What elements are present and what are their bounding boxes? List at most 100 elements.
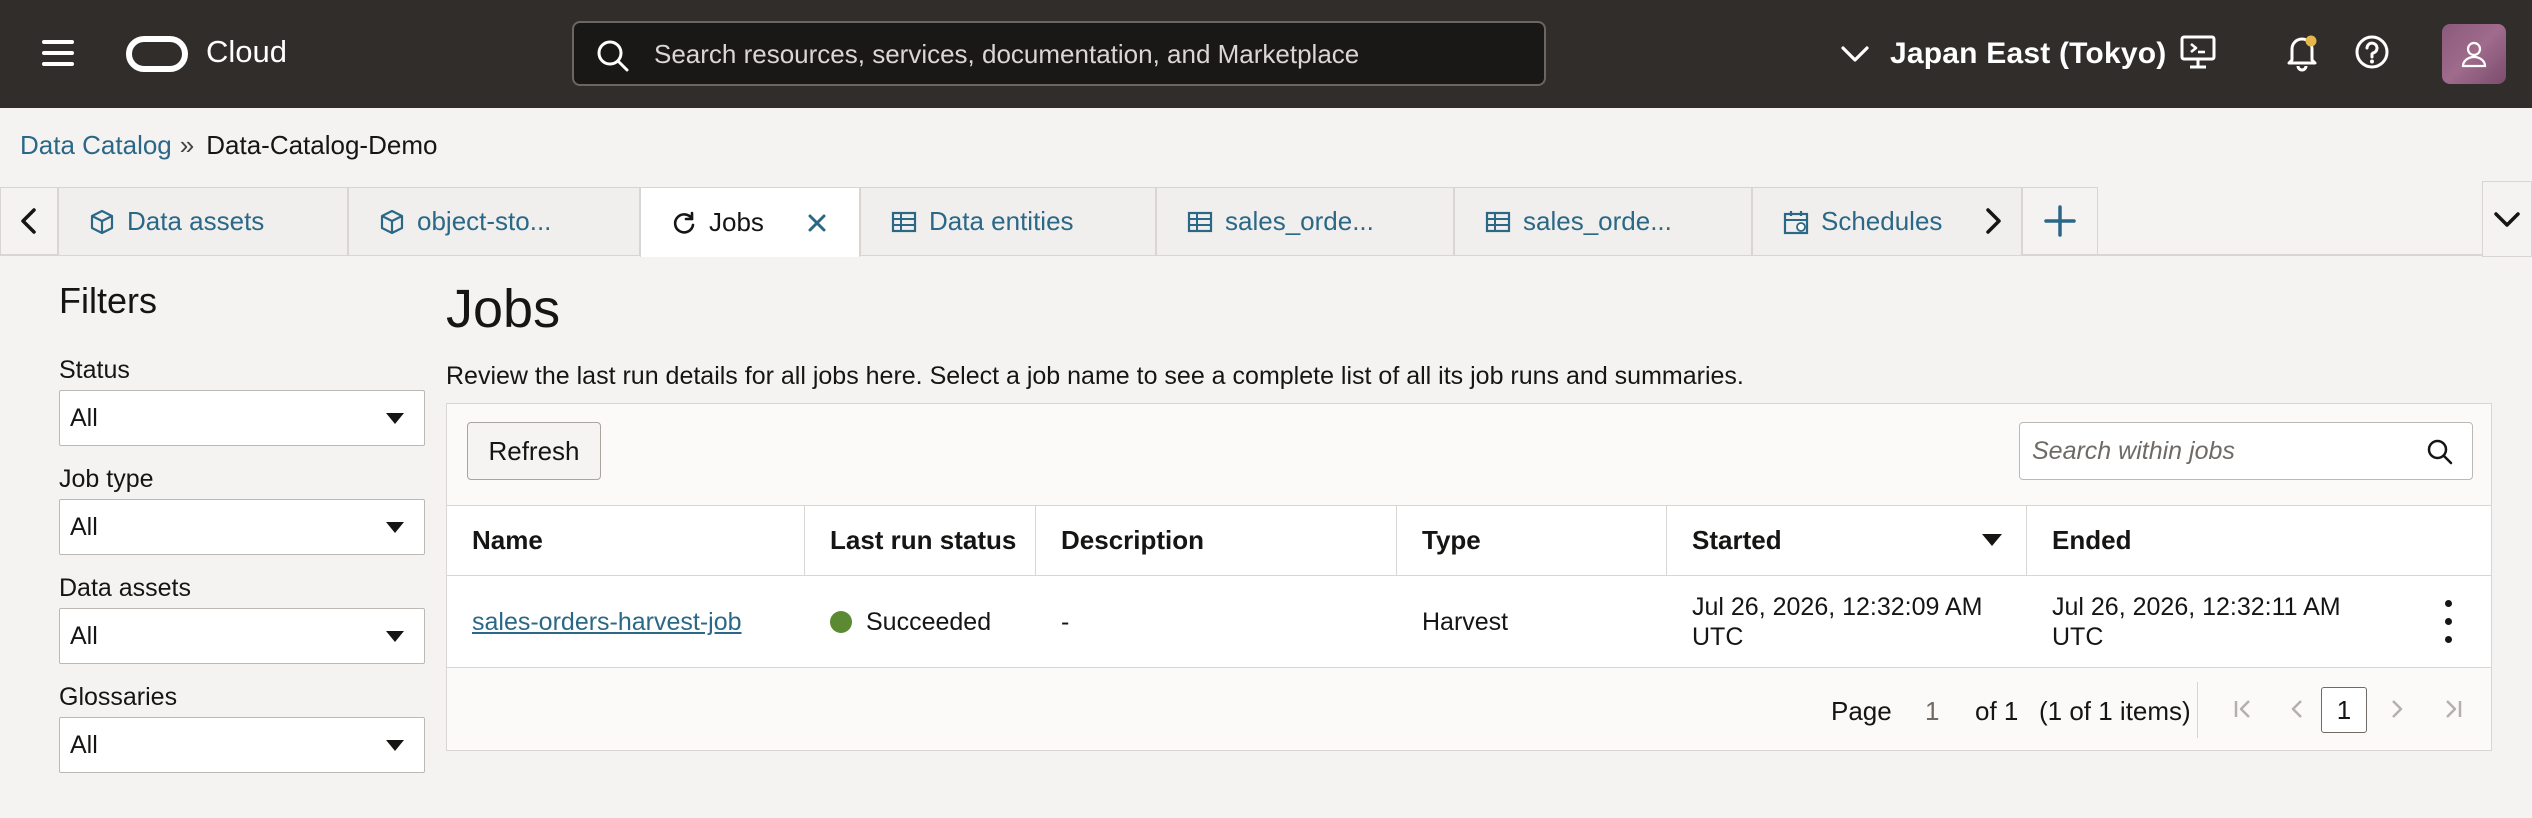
chevron-left-icon [21,208,36,234]
filter-data-assets-label: Data assets [59,574,192,602]
column-header-started[interactable]: Started [1667,506,2027,575]
add-tab-button[interactable] [2022,187,2098,255]
tab-scroll-right-button[interactable] [1964,187,2022,255]
select-value: All [70,512,98,541]
user-avatar[interactable] [2442,24,2506,84]
tab-label: Data entities [929,206,1074,236]
filter-job-type-select[interactable]: All [59,499,425,555]
caret-down-icon [386,740,404,751]
pager-divider [2197,682,2198,738]
select-value: All [70,730,98,759]
filter-status-label: Status [59,356,130,384]
page-title: Jobs [446,279,561,339]
top-bar: Cloud Japan East (Tokyo) [0,0,2532,108]
tab-label: Jobs [709,207,764,237]
breadcrumb: Data Catalog » Data-Catalog-Demo [20,130,437,161]
sort-descending-icon[interactable] [1982,534,2002,546]
filter-job-type-label: Job type [59,465,154,493]
tab-label: object-sto... [417,206,552,236]
row-actions-kebab-icon[interactable] [2437,596,2461,648]
chevron-down-icon [2494,212,2520,227]
tab-scroll-left-button[interactable] [0,187,58,255]
table-icon [891,211,917,232]
oracle-logo-icon[interactable] [126,36,188,72]
tab-sales-orders-1[interactable]: sales_orde... [1156,187,1454,255]
table-search-input[interactable] [2032,431,2412,471]
status-success-icon [830,611,852,633]
pager-page-input[interactable]: 1 [1925,696,1939,727]
select-value: All [70,621,98,650]
current-page-button[interactable]: 1 [2321,687,2367,733]
cell-ended: Jul 26, 2026, 12:32:11 AM UTC [2027,576,2417,668]
pager-items-label: (1 of 1 items) [2039,696,2191,726]
table-header: Name Last run status Description Type St… [447,505,2491,576]
tab-overflow-button[interactable] [2482,181,2532,257]
refresh-icon [673,211,695,234]
calendar-icon [1783,210,1809,234]
chevron-right-icon [1986,208,2001,234]
search-icon [597,40,629,72]
help-icon[interactable] [2352,32,2392,72]
pager-page-label: Page [1831,696,1892,726]
hamburger-menu-icon[interactable] [40,38,80,70]
pagination: Page 1 of 1 (1 of 1 items) 1 [447,668,2491,750]
cell-type: Harvest [1422,608,1509,636]
last-page-icon[interactable] [2437,692,2469,726]
ended-timezone: UTC [2052,623,2104,651]
breadcrumb-current: Data-Catalog-Demo [206,130,438,160]
close-icon[interactable] [804,210,830,236]
job-name-link[interactable]: sales-orders-harvest-job [472,607,742,637]
global-search-input[interactable] [654,31,1514,77]
tab-sales-orders-2[interactable]: sales_orde... [1454,187,1752,255]
filter-glossaries-select[interactable]: All [59,717,425,773]
started-datetime: Jul 26, 2026, 12:32:09 AM [1692,593,1983,621]
tab-label: Schedules [1821,206,1943,236]
filter-status-select[interactable]: All [59,390,425,446]
tab-strip: Data assets object-sto... Jobs Data enti… [0,181,2532,257]
tab-label: sales_orde... [1225,206,1374,236]
tab-object-storage[interactable]: object-sto... [348,187,640,255]
column-header-type[interactable]: Type [1397,506,1667,575]
table-icon [1485,211,1511,232]
caret-down-icon [386,631,404,642]
search-icon[interactable] [2426,438,2454,466]
ended-datetime: Jul 26, 2026, 12:32:11 AM [2052,593,2341,621]
started-timezone: UTC [1692,623,1744,651]
column-header-ended[interactable]: Ended [2027,506,2491,575]
column-header-name[interactable]: Name [447,506,805,575]
caret-down-icon [386,522,404,533]
column-header-last-run-status[interactable]: Last run status [805,506,1036,575]
column-header-started-label: Started [1692,525,1782,555]
refresh-button[interactable]: Refresh [467,422,601,480]
brand-label: Cloud [206,34,287,69]
filter-glossaries-label: Glossaries [59,683,178,711]
breadcrumb-data-catalog-link[interactable]: Data Catalog [20,130,172,161]
page-description: Review the last run details for all jobs… [446,362,1744,390]
user-icon [2461,41,2487,68]
caret-down-icon [386,413,404,424]
filter-data-assets-select[interactable]: All [59,608,425,664]
global-search[interactable] [572,21,1546,86]
tab-data-assets[interactable]: Data assets [58,187,348,255]
pager-of-label: of 1 [1975,696,2019,726]
jobs-table-panel: Refresh Name Last run status Description… [446,403,2492,751]
cell-name: sales-orders-harvest-job [447,576,805,668]
table-search[interactable] [2019,422,2473,480]
tab-jobs[interactable]: Jobs [640,187,860,257]
cell-started: Jul 26, 2026, 12:32:09 AM UTC [1667,576,2027,668]
tab-data-entities[interactable]: Data entities [860,187,1156,255]
cube-icon [380,209,404,234]
plus-icon [2044,205,2076,237]
region-label: Japan East (Tokyo) [1890,37,2167,70]
select-value: All [70,403,98,432]
first-page-icon[interactable] [2227,692,2259,726]
status-text: Succeeded [866,608,992,636]
cloud-shell-icon[interactable] [2178,32,2218,72]
column-header-description[interactable]: Description [1036,506,1397,575]
breadcrumb-separator: » [179,130,195,160]
notifications-bell-icon[interactable] [2282,32,2322,72]
previous-page-icon[interactable] [2281,692,2313,726]
tab-label: sales_orde... [1523,206,1672,236]
next-page-icon[interactable] [2381,692,2413,726]
region-selector[interactable]: Japan East (Tokyo) [1838,26,2166,82]
